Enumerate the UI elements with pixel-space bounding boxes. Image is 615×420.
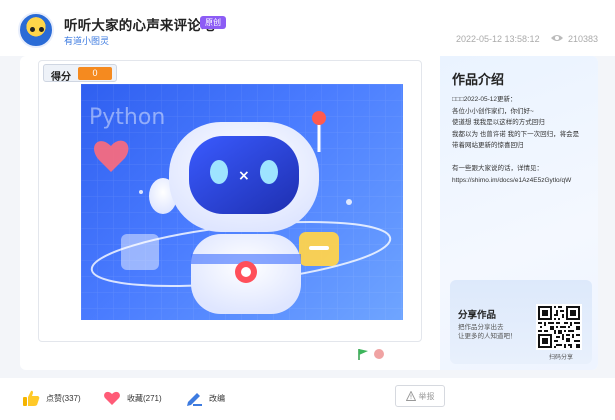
thumbs-up-icon bbox=[23, 390, 40, 406]
remix-button[interactable]: 改编 bbox=[185, 388, 225, 408]
intro-line: 各位小小创作家们，你们好~ bbox=[452, 107, 534, 115]
favorite-button[interactable]: 收藏(271) bbox=[103, 388, 162, 408]
view-count: 210383 bbox=[568, 34, 599, 44]
intro-title: 作品介绍 bbox=[452, 72, 505, 87]
like-button[interactable]: 点赞(337) bbox=[22, 388, 81, 408]
share-card: 分享作品 把作品分享出去 让更多的人知道吧！ 扫码分享 bbox=[450, 280, 592, 364]
original-badge: 原创 bbox=[200, 16, 226, 29]
favorite-label: 收藏(271) bbox=[127, 393, 162, 403]
author-link[interactable]: 有道小图灵 bbox=[64, 34, 109, 47]
stage-artwork[interactable]: Python × bbox=[81, 84, 403, 320]
intro-line bbox=[452, 152, 597, 164]
intro-line: 使道想 我我是以这样的方式回归 bbox=[452, 119, 545, 126]
score-monitor: 得分 0 bbox=[43, 64, 117, 83]
intro-line: □□□2022-05-12更新： bbox=[452, 96, 517, 103]
qr-code-icon bbox=[538, 306, 580, 348]
intro-line: 带着网站更新的惊喜回归 bbox=[452, 142, 524, 149]
author-avatar[interactable] bbox=[18, 12, 54, 48]
share-qr-code[interactable] bbox=[536, 304, 582, 350]
intro-line: 有一些跟大家说的话，详情见： bbox=[452, 165, 543, 172]
intro-panel: 作品介绍 □□□2022-05-12更新： 各位小小创作家们，你们好~ 使道想 … bbox=[440, 56, 598, 370]
intro-link[interactable]: https://shimo.im/docs/e1Az4E5zGytlo/qW bbox=[452, 175, 597, 187]
page-title: 听听大家的心声来评论吧 bbox=[64, 18, 215, 33]
report-button[interactable]: 举报 bbox=[395, 385, 445, 407]
intro-line: 我都以为 也曾许诺 我的下一次回归，将会是 bbox=[452, 130, 580, 138]
warning-icon bbox=[405, 391, 416, 401]
svg-text:×: × bbox=[238, 168, 250, 184]
edit-pencil-icon bbox=[187, 393, 202, 406]
report-label: 举报 bbox=[418, 391, 435, 401]
score-label: 得分 bbox=[51, 72, 71, 83]
python-watermark: Python bbox=[89, 105, 165, 130]
remix-label: 改编 bbox=[209, 393, 225, 403]
eye-icon bbox=[551, 35, 563, 41]
share-subtitle: 让更多的人知道吧！ bbox=[458, 333, 517, 340]
stop-icon[interactable] bbox=[374, 349, 384, 359]
main-panel: 得分 0 Python × 作品介绍 □□□2022-05-12更新： 各位小小… bbox=[20, 56, 598, 370]
action-bar: 点赞(337) 收藏(271) 改编 举报 bbox=[0, 378, 615, 420]
publish-date: 2022-05-12 13:58:12 bbox=[456, 34, 540, 44]
project-stage[interactable]: 得分 0 Python × bbox=[38, 60, 422, 342]
page-header: 听听大家的心声来评论吧 原创 有道小图灵 2022-05-12 13:58:12… bbox=[0, 0, 615, 56]
heart-icon bbox=[104, 391, 120, 405]
qr-caption: 扫码分享 bbox=[548, 355, 573, 361]
green-flag-icon[interactable] bbox=[357, 348, 369, 360]
like-label: 点赞(337) bbox=[46, 393, 81, 403]
score-value: 0 bbox=[78, 67, 112, 80]
intro-text: □□□2022-05-12更新： 各位小小创作家们，你们好~ 使道想 我我是以这… bbox=[452, 94, 597, 186]
share-title: 分享作品 bbox=[458, 310, 497, 321]
robot-illustration: Python × bbox=[81, 84, 403, 320]
